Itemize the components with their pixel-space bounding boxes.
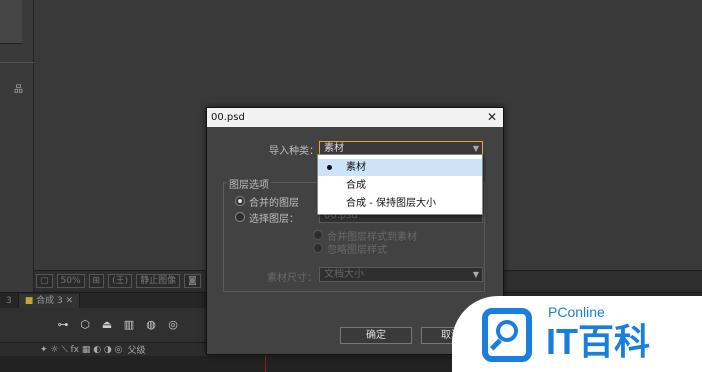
magnifier-icon [482,308,532,362]
footage-size-label: 素材尺寸： [267,273,317,284]
tab-label: 合成 3 [36,295,63,306]
ignore-styles-label: 忽略图层样式 [327,245,387,256]
dropdown-option-composition-keep-size[interactable]: 合成 - 保持图层大小 [318,195,482,212]
grid-icon[interactable]: ⊞ [88,273,105,288]
merge-styles-radio[interactable] [313,230,323,240]
tab-project[interactable]: 3 [0,293,19,308]
option-label: 素材 [346,162,366,173]
choose-layer-label: 选择图层： [249,214,299,225]
frame-blend-icon[interactable]: ▥ [122,319,136,331]
tab-composition[interactable]: ■ 合成 3 ✕ [18,293,81,308]
layer-icon[interactable]: ⏏ [100,319,114,331]
panel-divider [0,62,34,63]
ignore-styles-radio[interactable] [313,243,323,253]
motion-blur-icon[interactable]: ◍ [144,319,158,331]
ok-button[interactable]: 确定 [340,327,412,344]
magnifier-handle [489,338,503,351]
dropdown-option-footage[interactable]: 素材 [318,159,482,176]
watermark-logo: PConline IT百科 [452,296,702,372]
dropdown-option-composition[interactable]: 合成 [318,177,482,194]
still-image-toggle[interactable]: 静止图像 [136,273,181,288]
footage-size-select[interactable]: 文档大小 ▼ [319,267,483,282]
merged-layers-label: 合并的图层 [249,198,299,209]
layer-options-label: 图层选项 [227,176,271,191]
dialog-title: 00.psd [211,112,245,123]
brand-large: IT百科 [546,321,650,362]
3d-icon[interactable]: ⬡ [78,319,92,331]
parent-column-label: 父级 [127,346,146,356]
mask-toggle[interactable]: (王) [108,273,133,288]
project-thumbnail [0,0,22,44]
region-icon[interactable]: ▢ [36,273,53,288]
flowchart-icon[interactable]: 品 [14,82,23,95]
project-panel [0,0,34,296]
flow-icon[interactable]: ⊶ [56,319,70,331]
choose-layer-radio[interactable] [235,212,245,222]
brand-small: PConline [548,304,605,320]
dialog-titlebar: 00.psd [207,108,503,127]
close-icon[interactable]: ✕ [485,108,499,127]
switches-icons: ✦ ☼ ⟍ fx ▦ ◐ ◑ ◎ [40,344,123,355]
graph-editor-icon[interactable]: ◎ [166,319,180,331]
import-kind-label: 导入种类： [269,146,319,157]
import-kind-value: 素材 [324,143,344,154]
composition-icon: ■ [24,295,37,306]
merged-layers-radio[interactable] [235,196,245,206]
selected-bullet-icon [327,165,332,170]
camera-icon[interactable]: ◙ [184,273,201,288]
zoom-select[interactable]: 50% [56,273,85,288]
chevron-down-icon: ▼ [472,270,479,279]
footage-size-value: 文档大小 [324,269,364,280]
import-kind-dropdown: 素材 合成 合成 - 保持图层大小 [317,154,483,215]
